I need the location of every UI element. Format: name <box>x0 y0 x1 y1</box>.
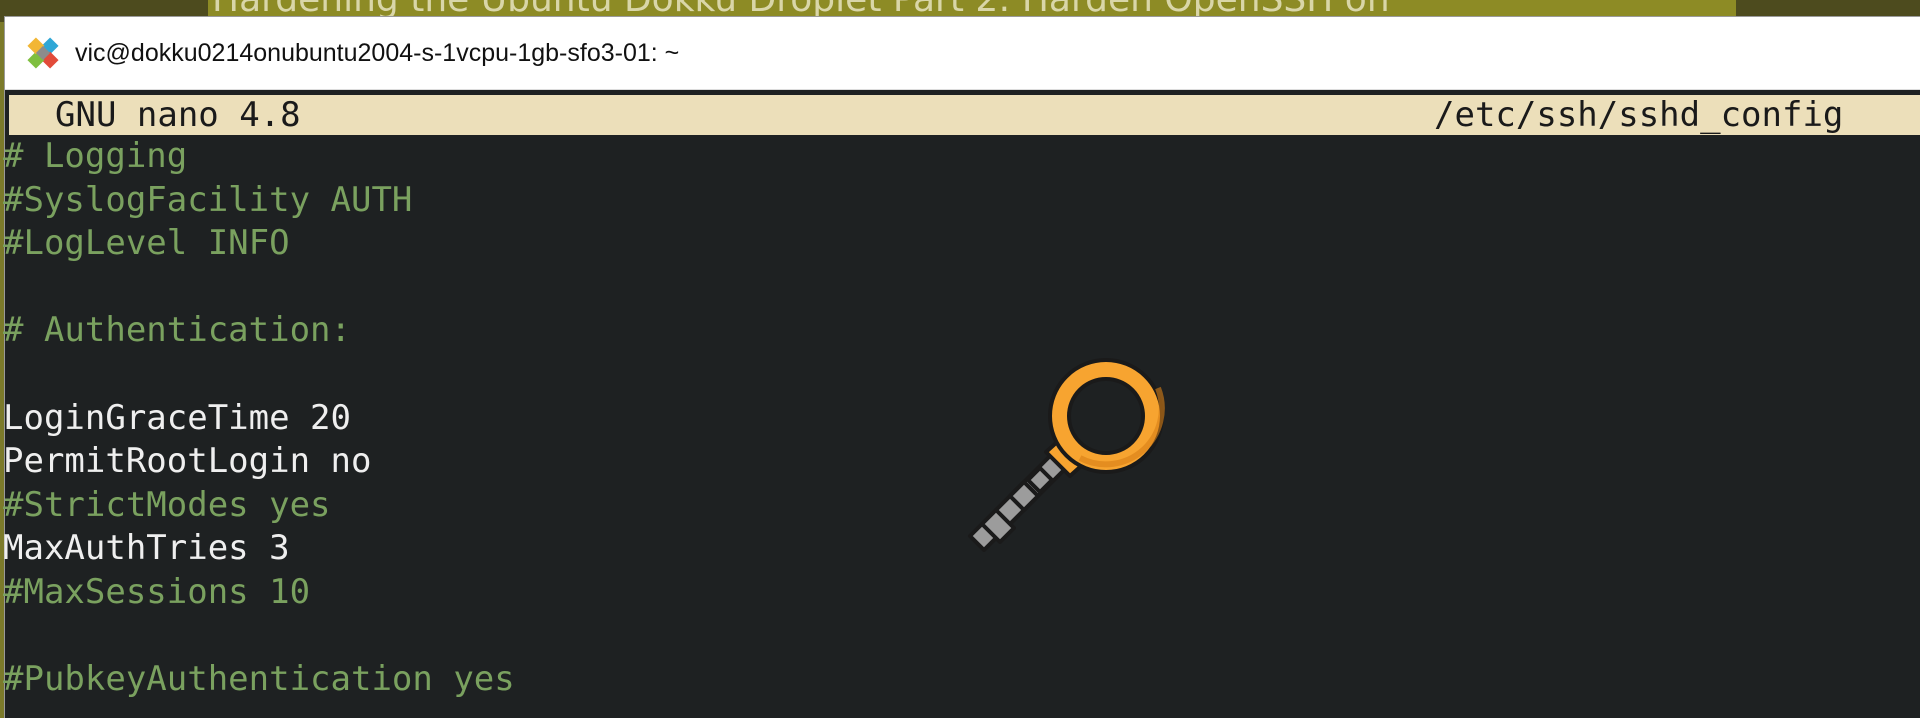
editor-line[interactable] <box>3 353 1903 397</box>
nano-version: GNU nano 4.8 <box>55 95 301 135</box>
editor-line[interactable]: #LogLevel INFO <box>3 222 1903 266</box>
editor-line[interactable]: #PubkeyAuthentication yes <box>3 658 1903 702</box>
editor-line[interactable]: # Authentication: <box>3 309 1903 353</box>
editor-line[interactable] <box>3 615 1903 659</box>
editor-line[interactable]: #MaxSessions 10 <box>3 571 1903 615</box>
editor-line[interactable]: #SyslogFacility AUTH <box>3 179 1903 223</box>
editor-line[interactable]: MaxAuthTries 3 <box>3 527 1903 571</box>
window-titlebar[interactable]: vic@dokku0214onubuntu2004-s-1vcpu-1gb-sf… <box>5 17 1920 90</box>
editor-text-area[interactable]: # Logging #SyslogFacility AUTH #LogLevel… <box>3 135 1903 702</box>
editor-line[interactable]: #StrictModes yes <box>3 484 1903 528</box>
nano-header-bar: GNU nano 4.8 /etc/ssh/sshd_config <box>9 95 1920 135</box>
editor-line[interactable]: # Logging <box>3 135 1903 179</box>
editor-line[interactable]: PermitRootLogin no <box>3 440 1903 484</box>
nano-filename: /etc/ssh/sshd_config <box>1434 95 1844 135</box>
terminal-app-icon <box>27 37 59 69</box>
key-icon <box>968 358 1165 552</box>
editor-line[interactable] <box>3 266 1903 310</box>
editor-line[interactable]: LoginGraceTime 20 <box>3 397 1903 441</box>
banner-title: Hardening the Ubuntu Dokku Droplet Part … <box>208 0 1740 18</box>
window-title: vic@dokku0214onubuntu2004-s-1vcpu-1gb-sf… <box>75 39 680 67</box>
